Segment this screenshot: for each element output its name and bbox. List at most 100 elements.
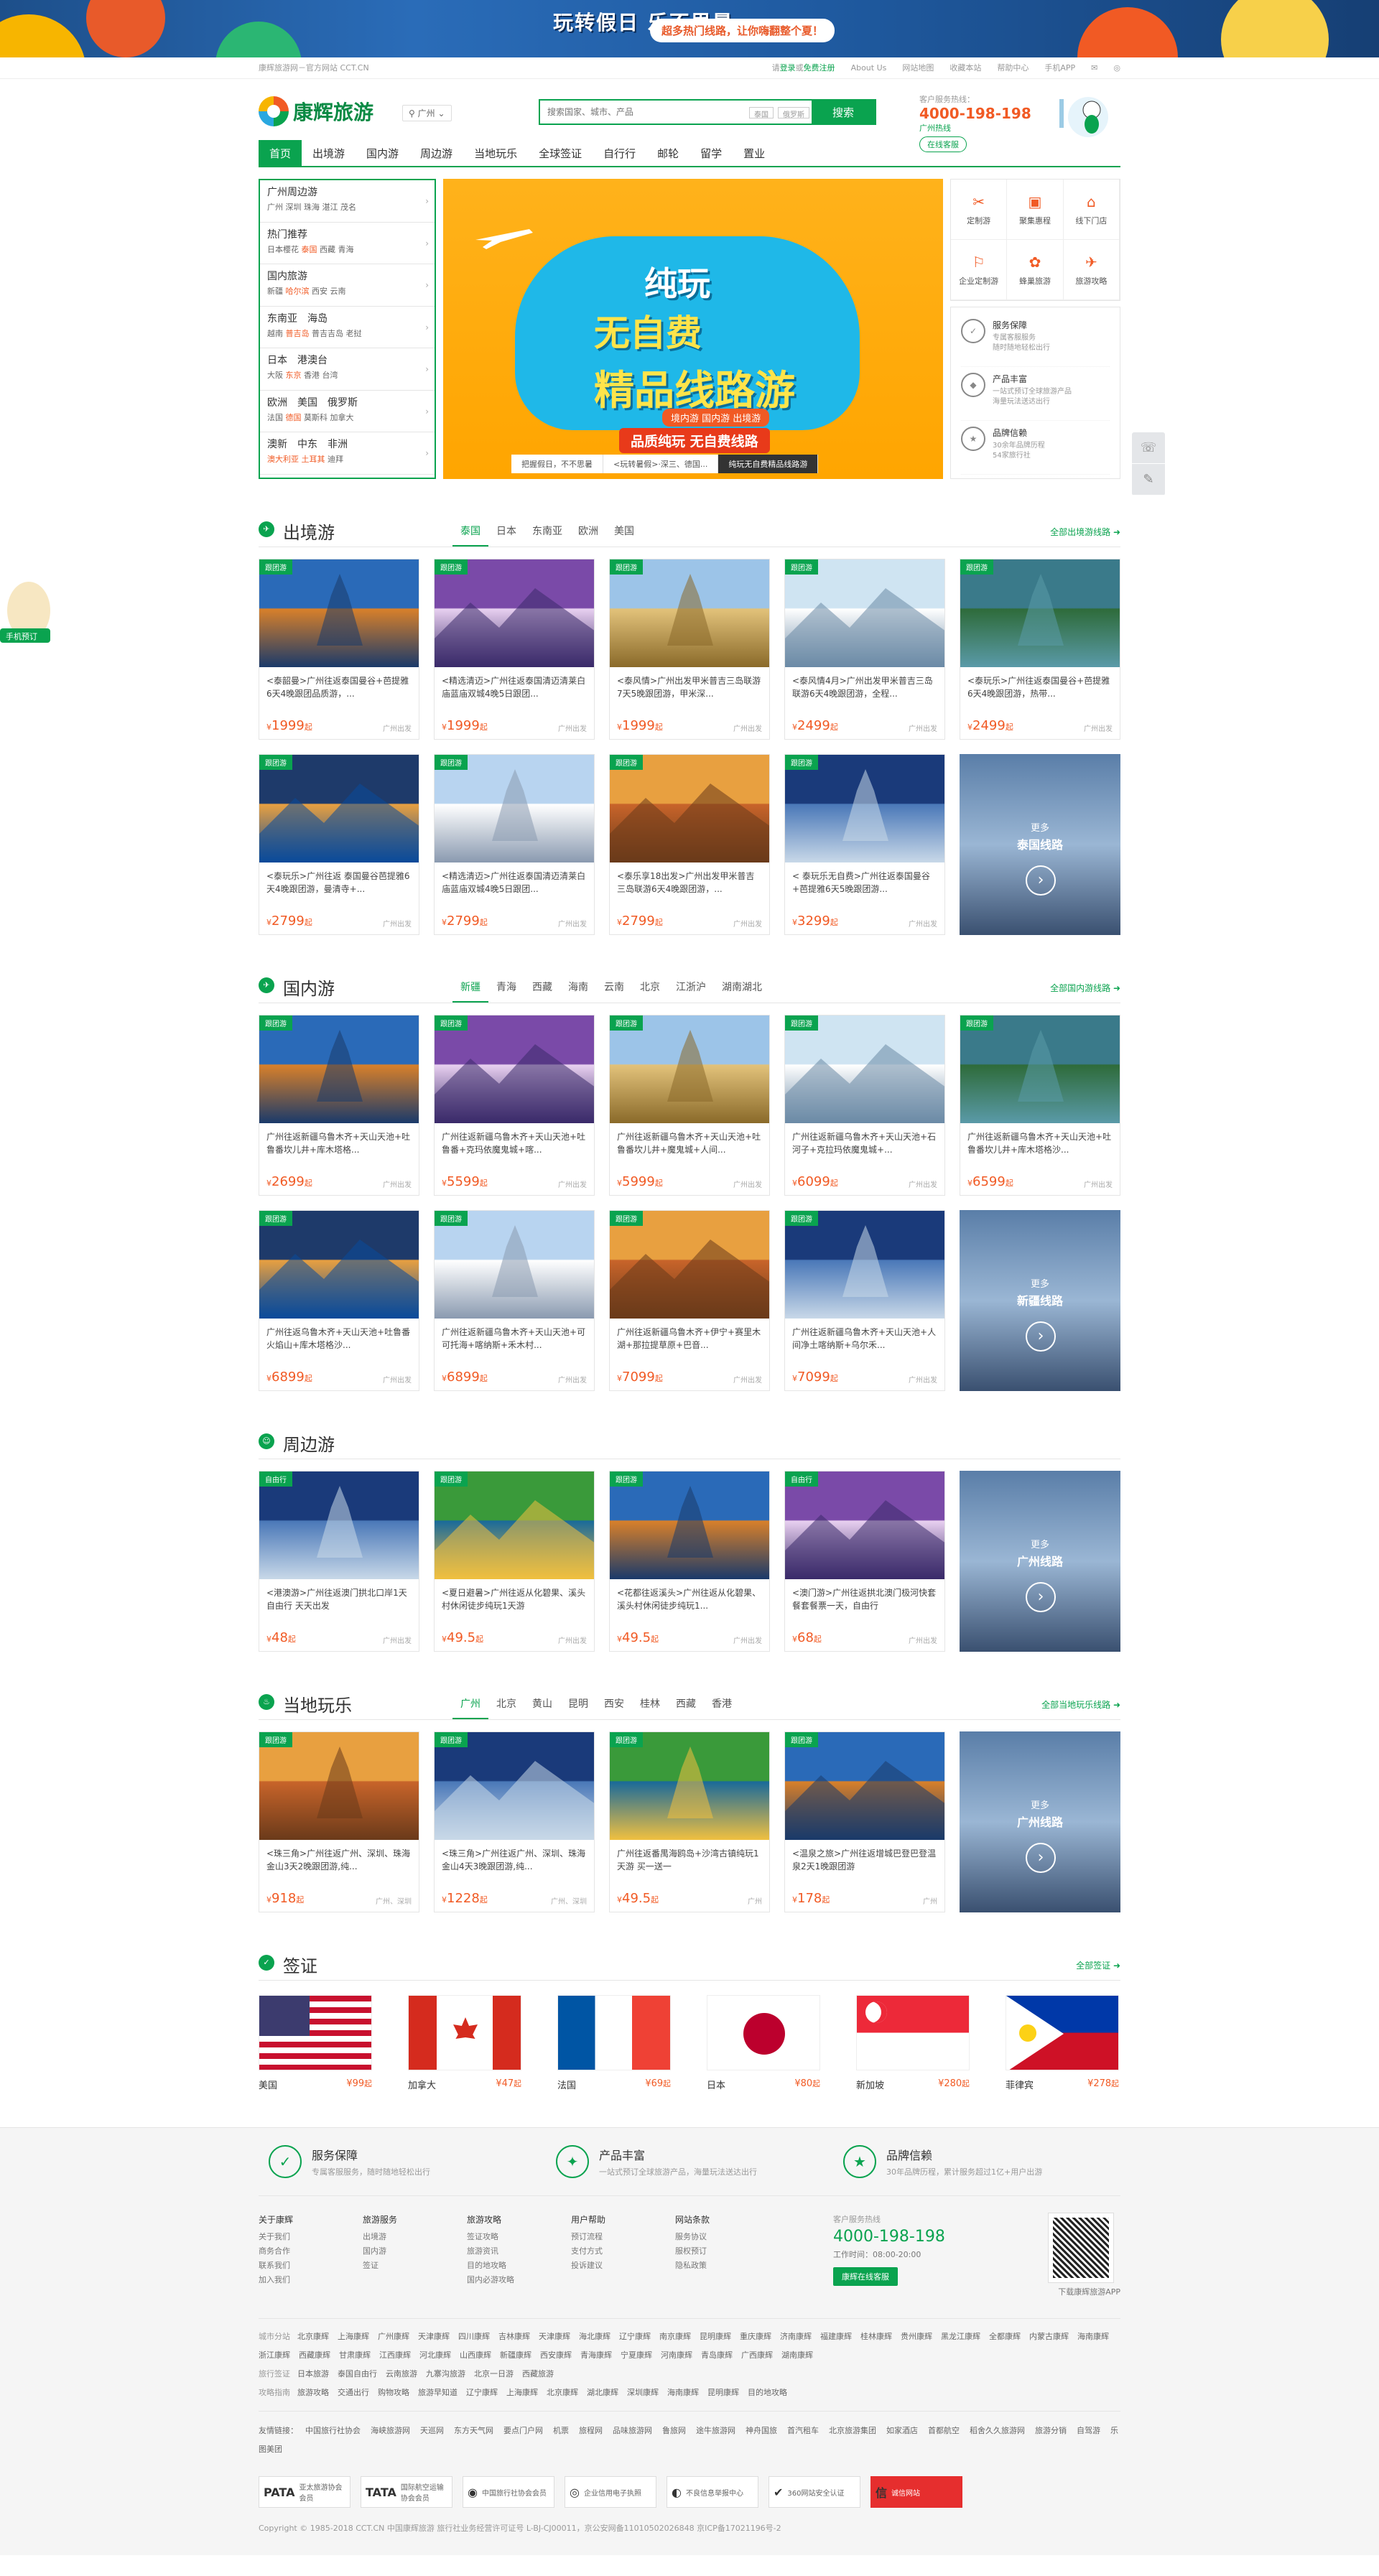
section-tab[interactable]: 西安 (596, 1697, 632, 1719)
section-tab[interactable]: 广州 (452, 1697, 488, 1719)
section-tab[interactable]: 西藏 (668, 1697, 704, 1719)
category-link[interactable]: 新疆 (267, 287, 283, 296)
help-link[interactable]: 帮助中心 (997, 57, 1029, 79)
footer-link[interactable]: 目的地攻略 (467, 2259, 571, 2273)
footer-link[interactable]: 旅游早知道 (418, 2388, 458, 2397)
product-title[interactable]: 广州往返新疆乌鲁木齐+天山天池+吐鲁番坎儿井+库木塔格... (259, 1123, 419, 1159)
category-item[interactable]: 热门推荐 日本樱花 泰国 西藏 青海 › (260, 223, 435, 264)
category-link[interactable]: 普吉吉岛 (312, 329, 343, 338)
product-card[interactable]: 跟团游 广州往返新疆乌鲁木齐+天山天池+吐鲁番坎儿井+库木塔格沙... ¥6599起… (960, 1015, 1120, 1196)
product-card[interactable]: 跟团游 广州往返番禺海鸥岛+沙湾古镇纯玩1天游 买一送一 ¥49.5起 广州 (609, 1731, 770, 1912)
footer-link[interactable]: 甘肃康辉 (339, 2351, 371, 2360)
product-card[interactable]: 跟团游 <泰风情4月>广州出发甲米普吉三岛联游6天4晚跟团游，全程... ¥2499… (784, 559, 945, 740)
product-card[interactable]: 跟团游 <珠三角>广州往返广州、深圳、珠海金山4天3晚跟团游,纯... ¥1228起… (434, 1731, 595, 1912)
category-item[interactable]: 澳新 中东 非洲 澳大利亚 土耳其 迪拜 › (260, 432, 435, 475)
arrow-right-icon[interactable]: › (1026, 1582, 1056, 1612)
product-card[interactable]: 跟团游 <泰乐享18出发>广州出发甲米普吉三岛联游6天4晚跟团游，... ¥2799… (609, 754, 770, 935)
footer-link[interactable]: 交通出行 (338, 2388, 369, 2397)
product-title[interactable]: <泰乐享18出发>广州出发甲米普吉三岛联游6天4晚跟团游，... (610, 862, 769, 898)
section-tab[interactable]: 香港 (704, 1697, 740, 1719)
section-tab[interactable]: 江浙沪 (668, 980, 714, 1003)
friend-link[interactable]: 首汽租车 (787, 2426, 819, 2435)
product-image[interactable]: 跟团游 (610, 1471, 769, 1579)
product-title[interactable]: <精选清迈>广州往返泰国清迈清莱白庙蓝庙双城4晚5日跟团... (435, 862, 594, 898)
footer-link[interactable]: 新疆康辉 (500, 2351, 531, 2360)
category-link[interactable]: 大阪 (267, 371, 283, 380)
product-title[interactable]: 广州往返新疆乌鲁木齐+天山天池+可可托海+喀纳斯+禾木村... (435, 1319, 594, 1354)
product-title[interactable]: 广州往返新疆乌鲁木齐+天山天池+人间净土喀纳斯+乌尔禾... (785, 1319, 944, 1354)
category-link[interactable]: 湛江 (322, 203, 338, 212)
arrow-right-icon[interactable]: › (1026, 1843, 1056, 1873)
footer-link[interactable]: 深圳康辉 (627, 2388, 659, 2397)
footer-link[interactable]: 旅游资讯 (467, 2244, 571, 2259)
certification-badge[interactable]: 信诚信网站 (870, 2476, 962, 2508)
nav-home[interactable]: 首页 (259, 140, 302, 166)
footer-link[interactable]: 联系我们 (259, 2259, 363, 2273)
product-image[interactable]: 跟团游 (610, 1211, 769, 1319)
nav-property[interactable]: 置业 (733, 140, 776, 166)
search-hot-tag[interactable]: 泰国 (749, 107, 774, 119)
product-title[interactable]: 广州往返新疆乌鲁木齐+天山天池+吐鲁番+克玛依魔鬼城+喀... (435, 1123, 594, 1159)
wechat-icon[interactable]: ✉ (1091, 57, 1097, 79)
login-link[interactable]: 登录 (780, 63, 796, 73)
footer-link[interactable]: 辽宁康辉 (619, 2332, 651, 2341)
category-link[interactable]: 迪拜 (328, 455, 343, 464)
product-image[interactable]: 跟团游 (435, 1732, 594, 1840)
friend-link[interactable]: 天巡网 (420, 2426, 444, 2435)
certification-badge[interactable]: ◐ 不良信息举报中心 (667, 2476, 758, 2508)
carousel-tab[interactable]: <玩转暑假>·深三、德国... (603, 455, 719, 473)
certification-badge[interactable]: ◎ 企业信用电子执照 (565, 2476, 656, 2508)
footer-link[interactable]: 云南旅游 (386, 2369, 417, 2379)
product-card[interactable]: 跟团游 <温泉之旅>广州往返增城巴登巴登温泉2天1晚跟团游 ¥178起 广州 (784, 1731, 945, 1912)
product-title[interactable]: 广州往返新疆乌鲁木齐+伊宁+赛里木湖+那拉提草原+巴音... (610, 1319, 769, 1354)
product-image[interactable]: 跟团游 (435, 1471, 594, 1579)
category-link[interactable]: 西藏 (320, 245, 335, 254)
more-link[interactable]: 全部出境游线路 ➜ (1050, 526, 1120, 538)
quick-link[interactable]: ✂ 定制游 (951, 180, 1008, 240)
footer-link[interactable]: 关于我们 (259, 2230, 363, 2244)
visa-item[interactable]: 法国 ¥69起 (557, 1995, 671, 2091)
category-link[interactable]: 日本樱花 (267, 245, 299, 254)
category-link[interactable]: 德国 (286, 413, 302, 422)
product-title[interactable]: <珠三角>广州往返广州、深圳、珠海金山3天2晚跟团游,纯... (259, 1840, 419, 1876)
footer-link[interactable]: 上海康辉 (338, 2332, 369, 2341)
product-image[interactable]: 跟团游 (435, 755, 594, 862)
footer-link[interactable]: 商务合作 (259, 2244, 363, 2259)
category-link[interactable]: 越南 (267, 329, 283, 338)
friend-link[interactable]: 北京旅游集团 (829, 2426, 876, 2435)
nav-visa[interactable]: 全球签证 (528, 140, 593, 166)
footer-link[interactable]: 购物攻略 (378, 2388, 409, 2397)
more-routes-card[interactable]: 更多 泰国线路 › (960, 754, 1120, 935)
quick-link[interactable]: ▣ 聚集惠程 (1007, 180, 1064, 240)
more-routes-card[interactable]: 更多 新疆线路 › (960, 1210, 1120, 1391)
bookmark-link[interactable]: 收藏本站 (949, 57, 981, 79)
friend-link[interactable]: 中国旅行社协会 (305, 2426, 361, 2435)
product-title[interactable]: <港澳游>广州往返澳门拱北口岸1天自由行 天天出发 (259, 1579, 419, 1615)
footer-link[interactable]: 天津康辉 (539, 2332, 570, 2341)
footer-link[interactable]: 宁夏康辉 (621, 2351, 652, 2360)
footer-link[interactable]: 辽宁康辉 (466, 2388, 498, 2397)
product-card[interactable]: 跟团游 <泰韶曼>广州往返泰国曼谷+芭提雅6天4晚跟团品质游，... ¥1999起 广… (259, 559, 419, 740)
product-title[interactable]: <泰韶曼>广州往返泰国曼谷+芭提雅6天4晚跟团品质游，... (259, 667, 419, 703)
nav-local[interactable]: 当地玩乐 (463, 140, 528, 166)
category-link[interactable]: 土耳其 (302, 455, 325, 464)
footer-link[interactable]: 全都康辉 (989, 2332, 1021, 2341)
footer-service-button[interactable]: 康辉在线客服 (833, 2267, 898, 2286)
city-selector[interactable]: ⚲ 广州 ⌄ (402, 105, 452, 121)
search-button[interactable]: 搜索 (812, 101, 875, 124)
footer-link[interactable]: 济南康辉 (780, 2332, 812, 2341)
product-title[interactable]: <泰风情4月>广州出发甲米普吉三岛联游6天4晚跟团游，全程... (785, 667, 944, 703)
hero-carousel[interactable]: 纯玩 无自费 精品线路游 境内游 国内游 出境游 品质纯玩 无自费线路 把握假日… (443, 179, 943, 479)
friend-link[interactable]: 旅游分销 (1035, 2426, 1067, 2435)
product-card[interactable]: 跟团游 <精选清迈>广州往返泰国清迈清莱白庙蓝庙双城4晚5日跟团... ¥1999起… (434, 559, 595, 740)
product-card[interactable]: 跟团游 广州往返新疆乌鲁木齐+天山天池+人间净土喀纳斯+乌尔禾... ¥7099起 广… (784, 1210, 945, 1391)
friend-link[interactable]: 海峡旅游网 (371, 2426, 410, 2435)
arrow-right-icon[interactable]: › (1026, 865, 1056, 896)
footer-link[interactable]: 签证 (363, 2259, 467, 2273)
footer-link[interactable]: 目的地攻略 (748, 2388, 787, 2397)
about-link[interactable]: About Us (851, 57, 887, 79)
category-link[interactable]: 台湾 (322, 371, 338, 380)
customer-service-icon[interactable]: ☏ (1132, 432, 1165, 464)
footer-link[interactable]: 国内游 (363, 2244, 467, 2259)
product-card[interactable]: 跟团游 广州往返新疆乌鲁木齐+天山天池+可可托海+喀纳斯+禾木村... ¥6899起… (434, 1210, 595, 1391)
